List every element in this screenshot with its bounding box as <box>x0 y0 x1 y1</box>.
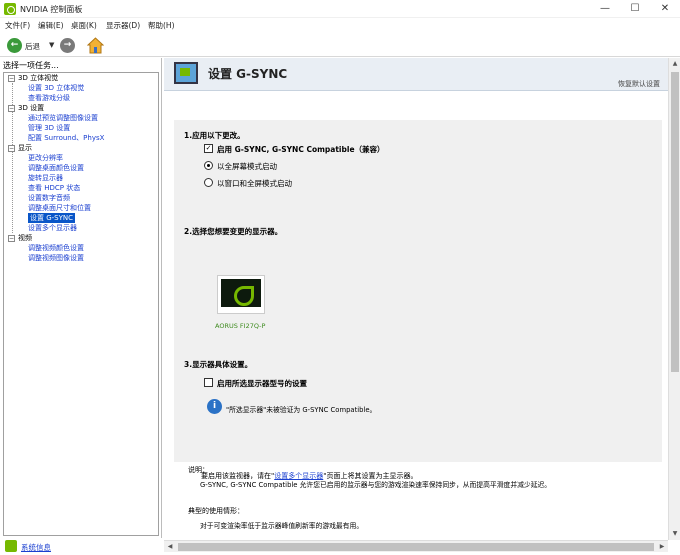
tree-item-resolution[interactable]: 更改分辨率 <box>28 153 63 163</box>
tree-item-hdcp[interactable]: 查看 HDCP 状态 <box>28 183 80 193</box>
enable-model-settings-label[interactable]: 启用所选显示器型号的设置 <box>217 378 307 389</box>
section-apply-title: 1.应用以下更改。 <box>184 131 245 140</box>
status-bar: 系统信息 <box>0 538 162 555</box>
tree-item-game-ratings[interactable]: 查看游戏分级 <box>28 93 70 103</box>
tree-item-rotate-display[interactable]: 旋转显示器 <box>28 173 63 183</box>
enable-gsync-label[interactable]: 启用 G-SYNC, G-SYNC Compatible（兼容） <box>217 144 385 155</box>
menu-bar: 文件(F) 编辑(E) 桌面(K) 显示器(D) 帮助(H) <box>0 18 680 33</box>
collapse-icon[interactable]: − <box>8 105 15 112</box>
nvidia-logo-icon <box>221 279 261 307</box>
vertical-scroll-thumb[interactable] <box>671 72 679 372</box>
tree-category-video[interactable]: 视频 <box>18 233 32 243</box>
system-info-icon <box>5 540 17 552</box>
settings-card: 1.应用以下更改。 ✓ 启用 G-SYNC, G-SYNC Compatible… <box>174 120 662 480</box>
usage-text: 对于可变渲染率低于监示器峰值刷新率的游戏最有用。 <box>200 522 364 530</box>
maximize-button[interactable]: ☐ <box>620 0 650 18</box>
tree-item-image-preview[interactable]: 通过预览调整图像设置 <box>28 113 98 123</box>
vertical-scrollbar[interactable]: ▲ ▼ <box>668 58 680 540</box>
tree-item-video-image[interactable]: 调整视频图像设置 <box>28 253 84 263</box>
tree-item-surround-physx[interactable]: 配置 Surround、PhysX <box>28 133 104 143</box>
fullscreen-mode-radio[interactable] <box>204 161 213 170</box>
tree-item-desktop-size[interactable]: 调整桌面尺寸和位置 <box>28 203 91 213</box>
section-select-display-title: 2.选择您想要变更的显示器。 <box>184 227 283 236</box>
display-settings-icon <box>174 62 198 84</box>
collapse-icon[interactable]: − <box>8 145 15 152</box>
restore-defaults-link[interactable]: 恢复默认设置 <box>618 79 660 89</box>
enable-model-settings-checkbox[interactable] <box>204 378 213 387</box>
toolbar: ← 后退 ▼ → <box>0 33 680 57</box>
description-heading: 说明： <box>188 466 209 474</box>
collapse-icon[interactable]: − <box>8 75 15 82</box>
window-title: NVIDIA 控制面板 <box>20 5 83 14</box>
validation-message: "所选显示器"未被验证为 G-SYNC Compatible。 <box>226 406 377 414</box>
page-title: 设置 G-SYNC <box>208 67 288 81</box>
fullscreen-mode-label[interactable]: 以全屏幕模式启动 <box>217 161 277 172</box>
nvidia-logo-icon <box>4 3 16 15</box>
scroll-left-icon[interactable]: ◀ <box>164 541 176 553</box>
system-info-link[interactable]: 系统信息 <box>21 542 51 553</box>
windowed-mode-label[interactable]: 以窗口和全屏模式启动 <box>217 178 292 189</box>
menu-desktop[interactable]: 桌面(K) <box>71 20 97 31</box>
tree-item-multi-display[interactable]: 设置多个显示器 <box>28 223 77 233</box>
enable-gsync-checkbox[interactable]: ✓ <box>204 144 213 153</box>
description-text: G-SYNC, G-SYNC Compatible 允许您已启用的监示器与您的游… <box>200 481 552 489</box>
monitor-icon[interactable] <box>217 275 265 314</box>
scroll-down-icon[interactable]: ▼ <box>669 528 680 540</box>
info-icon: i <box>207 399 222 414</box>
horizontal-scroll-thumb[interactable] <box>178 543 654 551</box>
minimize-button[interactable]: — <box>590 0 620 18</box>
title-bar: NVIDIA 控制面板 — ☐ ✕ <box>0 0 680 18</box>
tree-item-stereo-setup[interactable]: 设置 3D 立体视觉 <box>28 83 84 93</box>
windowed-mode-radio[interactable] <box>204 178 213 187</box>
horizontal-scrollbar[interactable]: ◀ ▶ <box>164 540 668 552</box>
back-dropdown-icon[interactable]: ▼ <box>49 41 54 49</box>
page-banner: 设置 G-SYNC 恢复默认设置 <box>164 58 668 91</box>
section-display-specific-title: 3.显示器具体设置。 <box>184 360 253 369</box>
settings-panel: 设置 G-SYNC 恢复默认设置 1.应用以下更改。 ✓ 启用 G-SYNC, … <box>164 58 680 555</box>
task-panel: 选择一项任务... − 3D 立体视觉 设置 3D 立体视觉 查看游戏分级 − … <box>0 58 162 540</box>
menu-edit[interactable]: 编辑(E) <box>38 20 64 31</box>
home-icon[interactable] <box>87 37 104 54</box>
task-tree[interactable]: − 3D 立体视觉 设置 3D 立体视觉 查看游戏分级 − 3D 设置 通过预览… <box>3 72 159 536</box>
menu-display[interactable]: 显示器(D) <box>106 20 140 31</box>
tree-item-manage-3d[interactable]: 管理 3D 设置 <box>28 123 70 133</box>
menu-file[interactable]: 文件(F) <box>5 20 30 31</box>
collapse-icon[interactable]: − <box>8 235 15 242</box>
monitor-label[interactable]: AORUS FI27Q-P <box>215 322 265 330</box>
tree-item-gsync[interactable]: 设置 G-SYNC <box>28 213 76 223</box>
forward-arrow-icon[interactable]: → <box>60 38 75 53</box>
back-button-label[interactable]: 后退 <box>25 41 40 52</box>
scroll-up-icon[interactable]: ▲ <box>669 58 680 70</box>
back-arrow-icon[interactable]: ← <box>7 38 22 53</box>
tree-category-stereo[interactable]: 3D 立体视觉 <box>18 73 58 83</box>
tree-category-display[interactable]: 显示 <box>18 143 32 153</box>
tree-category-3d[interactable]: 3D 设置 <box>18 103 44 113</box>
tree-item-desktop-color[interactable]: 调整桌面颜色设置 <box>28 163 84 173</box>
task-panel-header: 选择一项任务... <box>3 61 59 70</box>
menu-help[interactable]: 帮助(H) <box>148 20 175 31</box>
tree-item-video-color[interactable]: 调整视频颜色设置 <box>28 243 84 253</box>
close-button[interactable]: ✕ <box>650 0 680 18</box>
scroll-right-icon[interactable]: ▶ <box>656 541 668 553</box>
settings-content: 1.应用以下更改。 ✓ 启用 G-SYNC, G-SYNC Compatible… <box>164 92 668 540</box>
tree-item-digital-audio[interactable]: 设置数字音频 <box>28 193 70 203</box>
usage-heading: 典型的使用情形： <box>188 507 244 515</box>
